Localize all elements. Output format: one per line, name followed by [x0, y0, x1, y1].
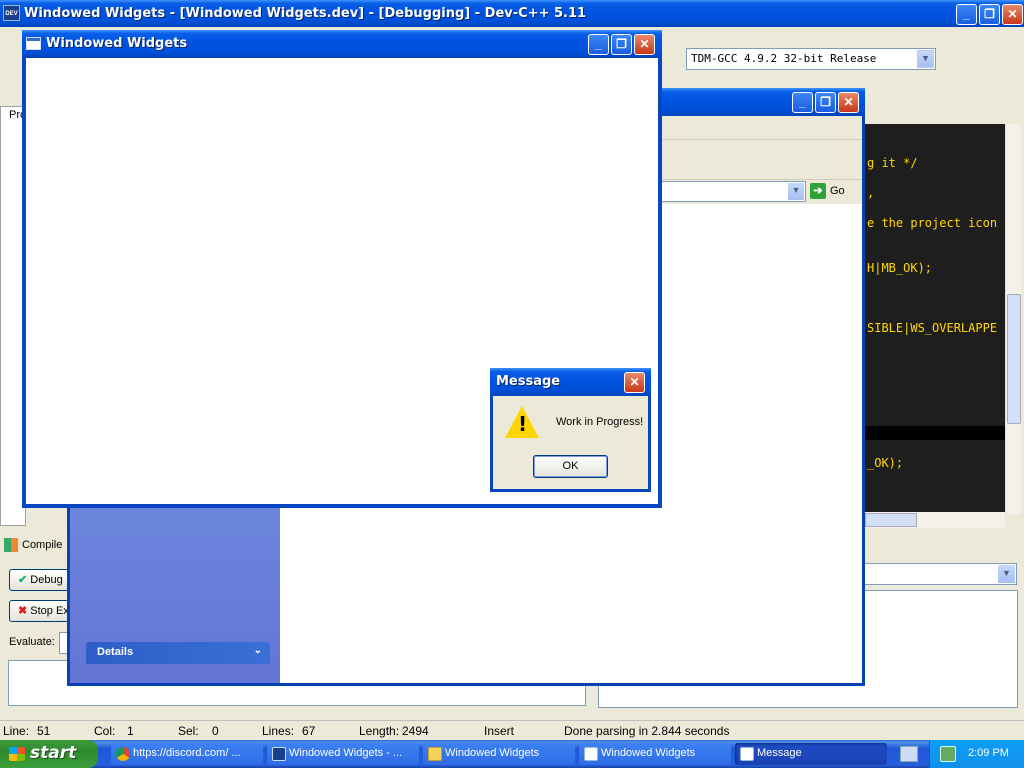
devcpp-icon	[272, 747, 286, 761]
status-line-label: Line:	[3, 724, 30, 738]
status-col-value: 1	[127, 724, 134, 738]
minimize-icon[interactable]: _	[792, 92, 813, 113]
system-tray: 2:09 PM	[929, 740, 1024, 768]
taskbar-item-label: Message	[757, 747, 802, 759]
debug-button-label: Debug	[30, 574, 63, 586]
minimize-icon[interactable]: _	[956, 4, 977, 25]
go-button[interactable]: ➔ Go	[810, 183, 845, 199]
devcpp-title: Windowed Widgets - [Windowed Widgets.dev…	[24, 6, 587, 21]
status-sel-label: Sel:	[178, 724, 199, 738]
editor-vertical-scrollbar[interactable]	[1005, 124, 1021, 514]
clock[interactable]: 2:09 PM	[968, 747, 1009, 759]
message-title: Message	[496, 374, 561, 389]
stop-button-label: Stop Execution	[30, 605, 69, 617]
check-icon: ✔	[18, 574, 28, 586]
window-icon	[26, 37, 41, 50]
minimize-icon[interactable]: _	[588, 34, 609, 55]
window-icon	[584, 747, 598, 761]
go-arrow-icon: ➔	[810, 183, 826, 199]
windowed-widgets-title-bar[interactable]: Windowed Widgets _ ❐ ✕	[22, 30, 662, 58]
stop-icon: ✖	[18, 605, 28, 617]
devcpp-app-icon: DEV	[3, 5, 20, 21]
code-line: _OK);	[867, 456, 904, 470]
maximize-icon[interactable]: ❐	[611, 34, 632, 55]
code-line: e the project icon	[867, 216, 998, 230]
taskbar: start https://discord.com/ ... Windowed …	[0, 740, 1024, 768]
debug-button[interactable]: ✔ Debug	[9, 569, 69, 591]
ok-button[interactable]: OK	[533, 455, 608, 478]
stop-execution-button[interactable]: ✖ Stop Execution	[9, 600, 69, 622]
window-icon	[740, 747, 754, 761]
warning-icon: !	[505, 406, 539, 438]
evaluate-label: Evaluate:	[9, 636, 55, 648]
chrome-icon	[116, 747, 130, 761]
taskbar-item-label: Windowed Widgets - ...	[289, 747, 403, 759]
keyboard-icon[interactable]	[900, 746, 918, 762]
status-col-label: Col:	[94, 724, 116, 738]
maximize-icon[interactable]: ❐	[815, 92, 836, 113]
folder-icon	[428, 747, 442, 761]
current-line-highlight	[865, 426, 1005, 440]
taskbar-item-label: https://discord.com/ ...	[133, 747, 241, 759]
status-lines-value: 67	[302, 724, 316, 738]
compiler-select-value: TDM-GCC 4.9.2 32-bit Release	[691, 52, 877, 65]
network-icon[interactable]	[940, 746, 956, 762]
chevron-down-icon[interactable]: ▼	[998, 565, 1015, 583]
taskbar-item-chrome[interactable]: https://discord.com/ ...	[111, 743, 263, 765]
go-label: Go	[830, 185, 845, 197]
devcpp-title-bar[interactable]: DEV Windowed Widgets - [Windowed Widgets…	[0, 0, 1024, 27]
windowed-widgets-title: Windowed Widgets	[46, 36, 188, 51]
code-line: H|MB_OK);	[867, 261, 933, 275]
chevron-down-icon[interactable]: ▼	[788, 183, 804, 200]
status-mode: Insert	[484, 724, 515, 738]
taskbar-item-label: Windowed Widgets	[445, 747, 540, 759]
windows-logo-icon	[9, 747, 25, 761]
start-label: start	[30, 743, 77, 763]
watch-select[interactable]: ▼	[863, 563, 1017, 585]
taskbar-item-folder[interactable]: Windowed Widgets	[423, 743, 575, 765]
code-editor[interactable]: g it */ , e the project icon H|MB_OK); S…	[865, 124, 1005, 514]
close-icon[interactable]: ✕	[838, 92, 859, 113]
code-line: SIBLE|WS_OVERLAPPE	[867, 321, 998, 335]
taskbar-item-label: Windowed Widgets	[601, 747, 696, 759]
chevron-down-icon[interactable]: ⌄	[254, 645, 262, 656]
taskbar-item-app[interactable]: Windowed Widgets	[579, 743, 731, 765]
status-message: Done parsing in 2.844 seconds	[564, 724, 730, 738]
taskbar-item-message[interactable]: Message	[735, 743, 887, 765]
compile-log-label: Compile	[22, 538, 63, 551]
compile-log-tab[interactable]: Compile	[4, 538, 74, 558]
details-label: Details	[97, 646, 134, 658]
compiler-select[interactable]: TDM-GCC 4.9.2 32-bit Release ▼	[686, 48, 936, 70]
close-icon[interactable]: ✕	[1002, 4, 1023, 25]
maximize-icon[interactable]: ❐	[979, 4, 1000, 25]
code-line: ,	[867, 186, 875, 200]
taskbar-item-devcpp[interactable]: Windowed Widgets - ...	[267, 743, 419, 765]
status-length-value: 2494	[402, 724, 429, 738]
code-line: g it */	[867, 156, 918, 170]
message-text: Work in Progress!	[556, 416, 644, 428]
chevron-down-icon[interactable]: ▼	[917, 50, 934, 68]
status-line-value: 51	[37, 724, 51, 738]
close-icon[interactable]: ✕	[624, 372, 645, 393]
scroll-thumb[interactable]	[1007, 294, 1021, 424]
status-lines-label: Lines:	[262, 724, 295, 738]
editor-horizontal-scrollbar[interactable]	[865, 512, 1005, 528]
status-length-label: Length:	[359, 724, 400, 738]
details-section-header[interactable]: Details ⌄	[86, 642, 270, 664]
status-sel-value: 0	[212, 724, 219, 738]
start-button[interactable]: start	[0, 740, 98, 768]
message-title-bar[interactable]: Message ✕	[490, 368, 651, 396]
compile-log-icon	[4, 538, 18, 552]
close-icon[interactable]: ✕	[634, 34, 655, 55]
message-dialog: Message ✕ ! Work in Progress! OK	[490, 368, 651, 492]
scroll-thumb[interactable]	[865, 513, 917, 527]
status-bar: Line: 51 Col: 1 Sel: 0 Lines: 67 Length:…	[0, 720, 1024, 740]
